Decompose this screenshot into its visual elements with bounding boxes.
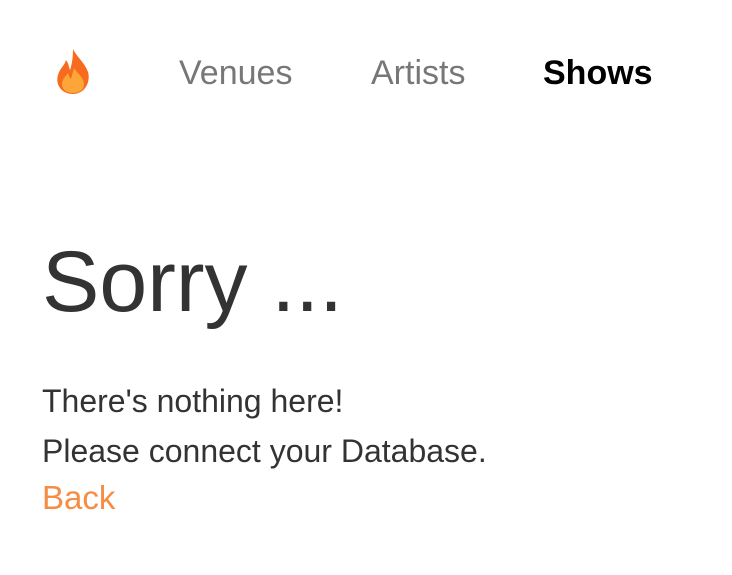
main-content: Sorry ... There's nothing here! Please c…: [42, 232, 702, 518]
top-navbar: Venues Artists Shows: [0, 0, 732, 140]
empty-message: There's nothing here! Please connect you…: [42, 376, 702, 476]
back-link[interactable]: Back: [42, 478, 115, 518]
nav-link-artists[interactable]: Artists: [371, 54, 465, 92]
message-line-2: Please connect your Database.: [42, 433, 487, 469]
nav-link-venues[interactable]: Venues: [179, 54, 292, 92]
message-line-1: There's nothing here!: [42, 383, 344, 419]
flame-icon[interactable]: [54, 48, 92, 96]
nav-link-shows[interactable]: Shows: [543, 54, 653, 92]
page-title: Sorry ...: [42, 234, 344, 330]
